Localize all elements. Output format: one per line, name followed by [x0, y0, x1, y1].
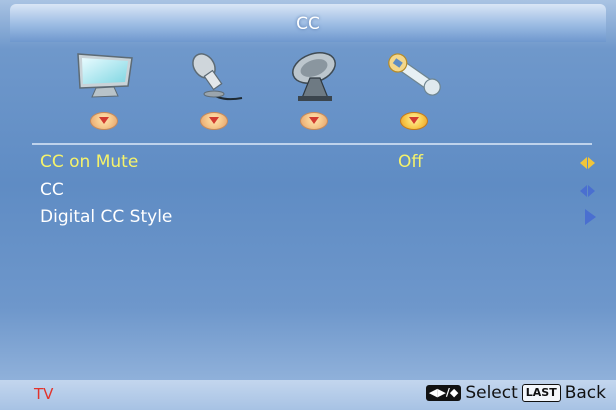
footer-bar: TV ◀▶/◆ Select LAST Back [0, 380, 616, 410]
menu-item-digital-cc-style[interactable]: Digital CC Style [40, 207, 172, 227]
wrench-icon [388, 53, 441, 96]
category-channel[interactable] [270, 48, 360, 130]
back-hint-label: Back [564, 383, 606, 403]
left-right-arrows-icon [580, 157, 596, 169]
menu-item-cc-on-mute[interactable]: CC on Mute [40, 152, 138, 172]
menu-item-cc[interactable]: CC [40, 180, 64, 200]
left-right-arrows-icon [580, 185, 596, 197]
category-icon-bar [60, 48, 480, 130]
category-audio[interactable] [170, 48, 260, 130]
divider [32, 143, 592, 145]
enter-arrow-icon [585, 209, 596, 225]
select-hint-label: Select [465, 383, 518, 403]
button-hints: ◀▶/◆ Select LAST Back [425, 383, 606, 403]
category-marker-active [400, 112, 428, 130]
menu-item-cc-on-mute-value: Off [398, 152, 424, 172]
category-marker [90, 112, 118, 130]
last-key-icon: LAST [521, 384, 561, 402]
select-keys-icon: ◀▶/◆ [425, 385, 462, 401]
microphone-icon [192, 53, 243, 101]
satellite-dish-icon [292, 52, 336, 101]
category-picture[interactable] [60, 48, 150, 130]
page-title: CC [296, 14, 320, 34]
category-marker [200, 112, 228, 130]
category-marker [300, 112, 328, 130]
input-source-label: TV [34, 385, 54, 403]
category-setup[interactable] [370, 48, 460, 130]
title-bar: CC [10, 4, 606, 42]
osd-menu: CC CC on Mute Off CC Digital CC Style TV… [0, 0, 616, 410]
monitor-icon [77, 53, 133, 98]
